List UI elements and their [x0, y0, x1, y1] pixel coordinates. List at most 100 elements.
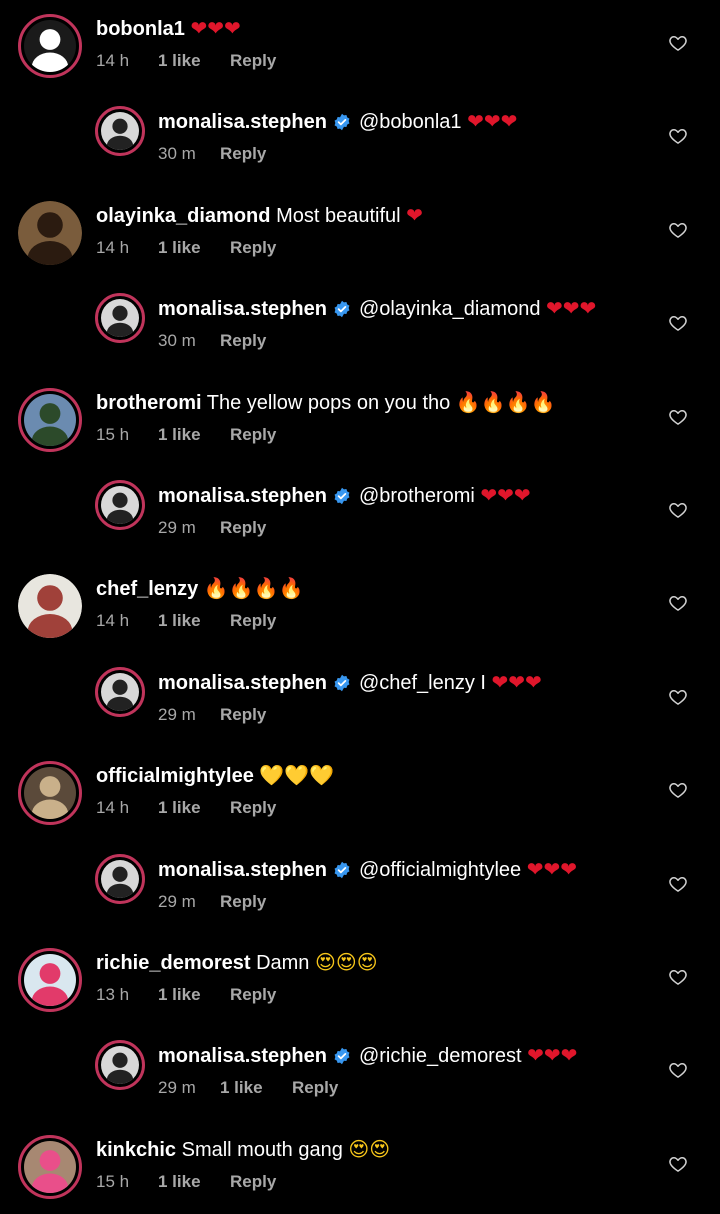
avatar[interactable] — [95, 853, 145, 904]
avatar[interactable] — [18, 1134, 82, 1199]
comment-meta: 14 h 1 like Reply — [96, 237, 656, 259]
username[interactable]: brotheromi — [96, 392, 202, 414]
heart-outline-icon[interactable] — [668, 220, 688, 240]
heart-outline-icon[interactable] — [668, 126, 688, 146]
heart-outline-icon[interactable] — [668, 33, 688, 53]
reply-comment: monalisa.stephen @officialmightylee ❤❤❤ 29… — [0, 841, 720, 921]
verified-badge-icon — [333, 1046, 351, 1065]
comment: kinkchic Small mouth gang 😍😍 15 h 1 like Re… — [0, 1121, 720, 1201]
reply-button[interactable]: Reply — [230, 50, 276, 72]
emoji-reaction: ❤❤❤ — [526, 856, 578, 881]
comment-body: @brotheromi — [358, 485, 475, 507]
reply-button[interactable]: Reply — [230, 1171, 276, 1193]
timestamp: 15 h — [96, 424, 130, 444]
like-count[interactable]: 1 like — [158, 50, 230, 72]
emoji-reaction: 🔥🔥🔥🔥 — [455, 389, 556, 414]
username[interactable]: kinkchic — [96, 1139, 176, 1161]
reply-button[interactable]: Reply — [292, 1077, 338, 1099]
emoji-reaction: ❤❤❤ — [467, 109, 518, 134]
comment-text-line: monalisa.stephen @olayinka_diamond ❤❤❤ — [158, 295, 658, 322]
avatar[interactable] — [18, 574, 82, 639]
comment-content: monalisa.stephen @olayinka_diamond ❤❤❤ 30 … — [158, 295, 658, 352]
heart-outline-icon[interactable] — [668, 687, 688, 707]
timestamp: 14 h — [96, 611, 130, 631]
comment-meta: 30 m Reply — [158, 330, 658, 352]
heart-outline-icon[interactable] — [668, 780, 688, 800]
emoji-reaction: ❤❤❤ — [527, 1043, 578, 1068]
avatar[interactable] — [18, 387, 82, 452]
avatar[interactable] — [95, 106, 145, 157]
avatar[interactable] — [18, 200, 82, 265]
verified-badge-icon — [333, 112, 351, 131]
timestamp: 30 m — [158, 331, 196, 351]
username[interactable]: monalisa.stephen — [158, 298, 327, 320]
reply-button[interactable]: Reply — [230, 984, 276, 1006]
profile-picture — [106, 679, 134, 711]
timestamp: 29 m — [158, 891, 196, 911]
timestamp: 29 m — [158, 518, 196, 537]
reply-button[interactable]: Reply — [220, 891, 266, 913]
avatar[interactable] — [18, 948, 82, 1012]
heart-outline-icon[interactable] — [668, 500, 688, 520]
heart-outline-icon[interactable] — [668, 1060, 688, 1080]
like-count[interactable]: 1 like — [158, 1171, 230, 1193]
username[interactable]: monalisa.stephen — [158, 111, 327, 133]
like-count[interactable]: 1 like — [158, 424, 230, 446]
emoji-reaction: 🔥🔥🔥🔥 — [203, 576, 304, 601]
comment-meta: 14 h 1 like Reply — [96, 797, 656, 819]
username[interactable]: monalisa.stephen — [158, 485, 327, 507]
avatar[interactable] — [18, 761, 82, 826]
like-count[interactable]: 1 like — [158, 610, 230, 632]
avatar[interactable] — [95, 293, 145, 344]
reply-button[interactable]: Reply — [230, 424, 276, 446]
reply-button[interactable]: Reply — [220, 517, 266, 539]
heart-outline-icon[interactable] — [668, 874, 688, 894]
heart-outline-icon[interactable] — [668, 593, 688, 613]
reply-button[interactable]: Reply — [220, 704, 266, 726]
comment-body: @officialmightylee — [358, 858, 522, 881]
reply-button[interactable]: Reply — [220, 143, 266, 165]
comment-text-line: bobonla1 ❤❤❤ — [96, 15, 656, 42]
timestamp: 14 h — [96, 798, 130, 818]
username[interactable]: monalisa.stephen — [158, 672, 327, 694]
verified-badge-icon — [333, 860, 351, 878]
comment-content: monalisa.stephen @brotheromi ❤❤❤ 29 m Reply — [158, 482, 658, 539]
verified-badge-icon — [333, 299, 351, 318]
avatar[interactable] — [95, 666, 145, 717]
avatar[interactable] — [95, 1040, 145, 1091]
comment-content: brotheromi The yellow pops on you tho 🔥🔥… — [96, 389, 656, 446]
username[interactable]: monalisa.stephen — [158, 1045, 327, 1067]
reply-comment: monalisa.stephen @olayinka_diamond ❤❤❤ 30 … — [0, 280, 720, 360]
like-count[interactable]: 1 like — [220, 1077, 292, 1099]
heart-outline-icon[interactable] — [668, 1154, 688, 1174]
comment: olayinka_diamond Most beautiful ❤ 14 h 1 l… — [0, 187, 720, 267]
username[interactable]: olayinka_diamond — [96, 205, 271, 227]
comment-text-line: monalisa.stephen @brotheromi ❤❤❤ — [158, 482, 658, 509]
profile-picture — [106, 866, 134, 898]
emoji-reaction: ❤❤❤ — [491, 669, 542, 694]
comment-text-line: officialmightylee 💛💛💛 — [96, 762, 656, 789]
reply-button[interactable]: Reply — [220, 330, 266, 352]
reply-button[interactable]: Reply — [230, 237, 276, 259]
username[interactable]: officialmightylee — [96, 765, 254, 787]
avatar[interactable] — [95, 480, 145, 530]
username[interactable]: chef_lenzy — [96, 578, 198, 600]
reply-button[interactable]: Reply — [230, 797, 276, 819]
username[interactable]: monalisa.stephen — [158, 859, 327, 881]
like-count[interactable]: 1 like — [158, 984, 230, 1006]
heart-outline-icon[interactable] — [668, 407, 688, 427]
reply-comment: monalisa.stephen @chef_lenzy I ❤❤❤ 29 m Rep… — [0, 654, 720, 734]
heart-outline-icon[interactable] — [668, 313, 688, 333]
username[interactable]: richie_demorest — [96, 952, 251, 974]
comment-body: The yellow pops on you tho — [206, 391, 451, 414]
heart-outline-icon[interactable] — [668, 967, 688, 987]
like-count[interactable]: 1 like — [158, 237, 230, 259]
username[interactable]: bobonla1 — [96, 18, 185, 40]
comment-meta: 29 m Reply — [158, 891, 658, 913]
timestamp: 15 h — [96, 1171, 130, 1191]
avatar[interactable] — [18, 14, 82, 78]
comment-content: officialmightylee 💛💛💛 14 h 1 like Reply — [96, 762, 656, 819]
reply-button[interactable]: Reply — [230, 610, 276, 632]
comment-body: @richie_demorest — [358, 1045, 522, 1068]
like-count[interactable]: 1 like — [158, 797, 230, 819]
